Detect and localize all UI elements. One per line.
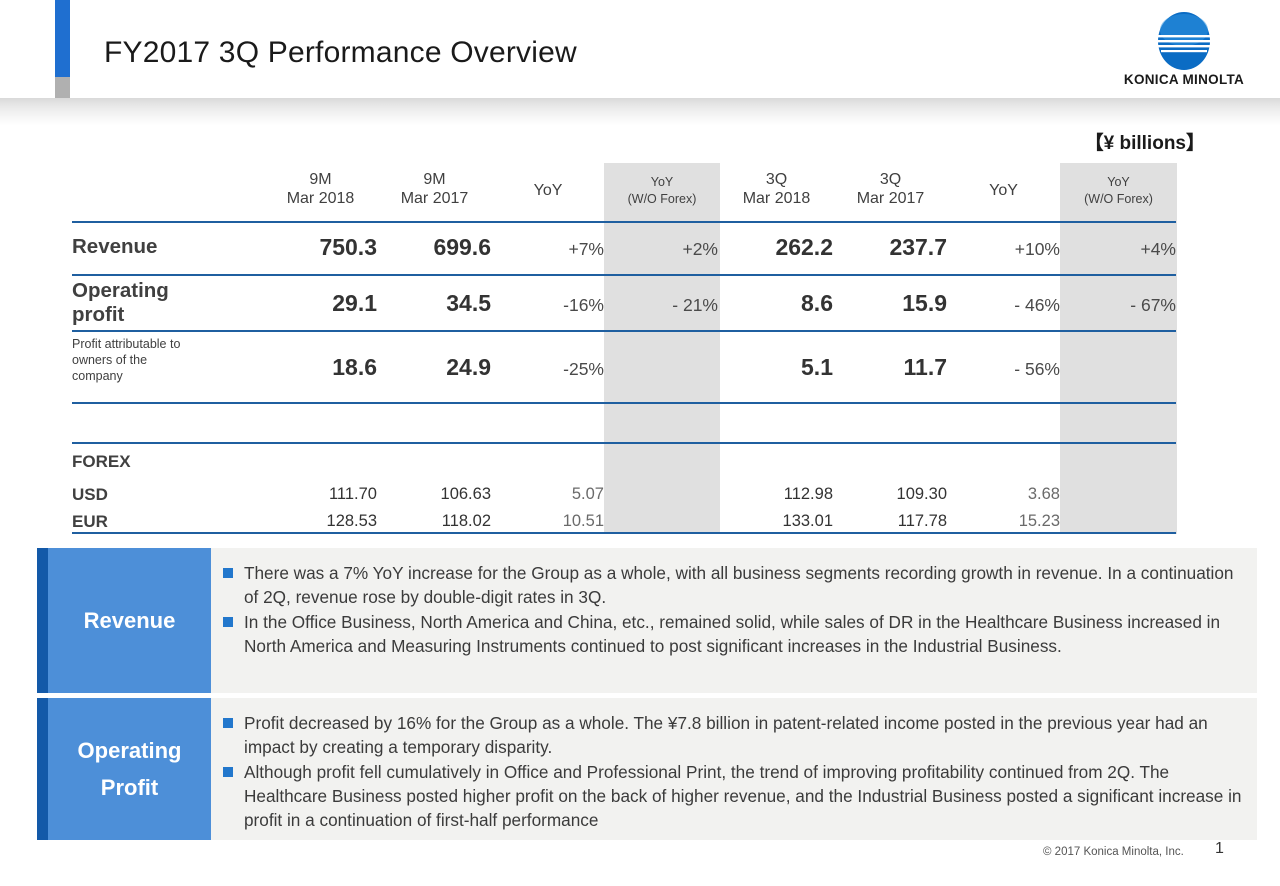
col-header-3q-mar-2018: 3Q Mar 2018 <box>742 171 811 207</box>
revenue-3q-yoy-wo-forex: +4% <box>1140 239 1176 259</box>
row-label-revenue: Revenue <box>72 235 158 258</box>
page-number: 1 <box>1215 840 1224 857</box>
page-title: FY2017 3Q Performance Overview <box>104 36 577 69</box>
commentary-bullets-operating-profit: Profit decreased by 16% for the Group as… <box>223 698 1257 840</box>
bullet-item: In the Office Business, North America an… <box>223 610 1251 658</box>
slide-header: FY2017 3Q Performance Overview KONICA MI… <box>0 0 1280 100</box>
revenue-9m-2018: 750.3 <box>319 234 377 260</box>
profit-attributable-3q-2017: 11.7 <box>903 354 948 380</box>
operating-profit-3q-2017: 15.9 <box>902 290 947 316</box>
profit-attributable-9m-2017: 24.9 <box>446 354 491 380</box>
shaded-column-3q-yoy-wo-forex <box>1060 163 1177 534</box>
commentary-tag-label-operating-profit: Operating Profit <box>77 738 182 800</box>
forex-eur-9m-yoy: 10.51 <box>562 512 604 530</box>
commentary-tag-label-revenue: Revenue <box>83 608 176 633</box>
header-divider-gradient <box>0 98 1280 126</box>
revenue-9m-yoy-wo-forex: +2% <box>682 239 718 259</box>
profit-attributable-3q-yoy: - 56% <box>1014 359 1060 379</box>
table-rule-after-revenue <box>72 274 1176 276</box>
forex-eur-3q-2018: 133.01 <box>782 512 833 530</box>
bullet-square-icon <box>223 568 233 578</box>
revenue-3q-2018: 262.2 <box>775 234 833 260</box>
bullet-item: Although profit fell cumulatively in Off… <box>223 760 1251 832</box>
profit-attributable-9m-yoy: -25% <box>563 359 604 379</box>
revenue-3q-2017: 237.7 <box>889 234 947 260</box>
operating-profit-9m-yoy-wo-forex: - 21% <box>672 295 718 315</box>
forex-usd-9m-yoy: 5.07 <box>571 485 604 503</box>
bullet-item: Profit decreased by 16% for the Group as… <box>223 711 1251 759</box>
col-header-9m-mar-2018: 9M Mar 2018 <box>286 171 355 207</box>
col-header-3q-yoy: YoY <box>989 182 1018 199</box>
operating-profit-3q-yoy: - 46% <box>1014 295 1060 315</box>
profit-attributable-9m-2018: 18.6 <box>332 354 377 380</box>
units-label: 【¥ billions】 <box>1084 133 1205 154</box>
row-label-profit-attributable: Profit attributable to owners of the com… <box>72 337 181 383</box>
commentary-accent-bar-operating-profit <box>37 698 48 840</box>
revenue-9m-2017: 699.6 <box>433 234 491 260</box>
operating-profit-3q-yoy-wo-forex: - 67% <box>1130 295 1176 315</box>
forex-section-title: FOREX <box>72 452 131 471</box>
header-accent-bar-gray <box>55 77 70 100</box>
forex-row-label-usd: USD <box>72 485 108 504</box>
forex-eur-9m-2017: 118.02 <box>441 512 491 530</box>
operating-profit-9m-2018: 29.1 <box>332 290 377 316</box>
revenue-9m-yoy: +7% <box>568 239 604 259</box>
bullet-square-icon <box>223 767 233 777</box>
copyright-notice: © 2017 Konica Minolta, Inc. <box>1043 846 1184 858</box>
konica-minolta-globe-icon <box>1158 12 1210 70</box>
col-header-3q-mar-2017: 3Q Mar 2017 <box>856 171 925 207</box>
forex-rule-bottom <box>72 532 1176 534</box>
row-label-operating-profit: Operating profit <box>72 279 169 326</box>
forex-eur-3q-yoy: 15.23 <box>1018 512 1060 530</box>
forex-usd-3q-2017: 109.30 <box>896 485 947 503</box>
table-rule-after-operating-profit <box>72 330 1176 332</box>
col-header-9m-mar-2017: 9M Mar 2017 <box>400 171 469 207</box>
col-header-9m-yoy: YoY <box>533 182 563 199</box>
forex-usd-3q-2018: 112.98 <box>783 485 833 503</box>
header-accent-bar-blue <box>55 0 70 77</box>
commentary-accent-bar-revenue <box>37 548 48 693</box>
revenue-3q-yoy: +10% <box>1014 239 1060 259</box>
commentary-tag-operating-profit: Operating Profit <box>48 698 211 840</box>
company-logo: KONICA MINOLTA <box>1122 12 1246 90</box>
table-rule-after-profit-attributable <box>72 402 1176 404</box>
operating-profit-3q-2018: 8.6 <box>801 290 833 316</box>
col-header-9m-yoy-wo-forex: YoY (W/O Forex) <box>627 175 697 206</box>
forex-eur-3q-2017: 117.78 <box>897 512 947 530</box>
col-header-3q-yoy-wo-forex: YoY (W/O Forex) <box>1084 175 1153 206</box>
bullet-square-icon <box>223 718 233 728</box>
shaded-column-9m-yoy-wo-forex <box>604 163 720 534</box>
bullet-item: There was a 7% YoY increase for the Grou… <box>223 561 1251 609</box>
forex-usd-9m-2018: 111.70 <box>328 485 377 503</box>
commentary-box-operating-profit: Operating Profit Profit decreased by 16%… <box>37 698 1257 840</box>
commentary-tag-revenue: Revenue <box>48 548 211 693</box>
commentary-box-revenue: Revenue There was a 7% YoY increase for … <box>37 548 1257 693</box>
forex-usd-9m-2017: 106.63 <box>440 485 491 503</box>
operating-profit-9m-2017: 34.5 <box>446 290 491 316</box>
forex-row-label-eur: EUR <box>72 512 108 531</box>
table-rule-top <box>72 221 1176 223</box>
company-logo-text: KONICA MINOLTA <box>1123 72 1245 87</box>
forex-usd-3q-yoy: 3.68 <box>1027 485 1060 503</box>
profit-attributable-3q-2018: 5.1 <box>801 354 833 380</box>
operating-profit-9m-yoy: -16% <box>563 295 604 315</box>
bullet-square-icon <box>223 617 233 627</box>
forex-eur-9m-2018: 128.53 <box>326 512 377 530</box>
forex-rule-top <box>72 442 1176 444</box>
commentary-bullets-revenue: There was a 7% YoY increase for the Grou… <box>223 548 1257 693</box>
